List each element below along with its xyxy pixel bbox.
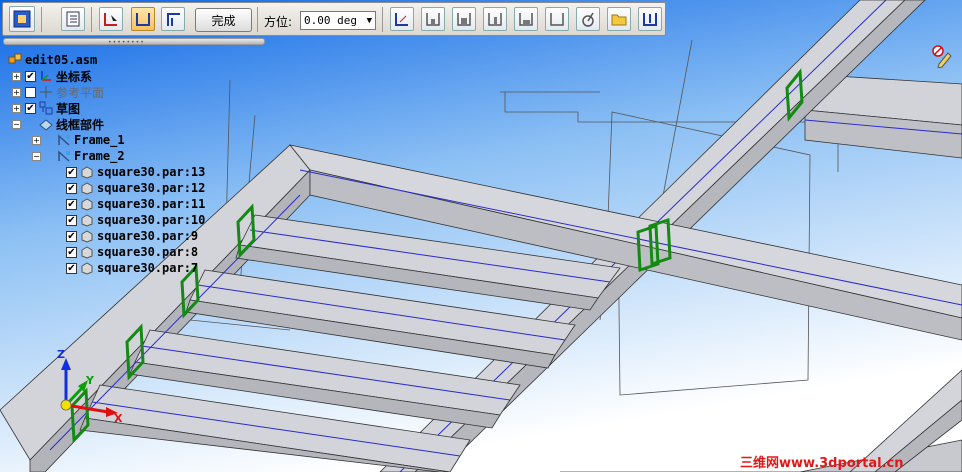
- expand-icon[interactable]: +: [12, 71, 21, 81]
- rotate-cursor-button[interactable]: [99, 7, 123, 31]
- tree-part-label: square30.par:12: [97, 181, 206, 195]
- tree-item-reference-planes[interactable]: + 参考平面: [12, 84, 104, 100]
- part-icon: [81, 214, 93, 227]
- watermark-text: 三维网www.3dportal.cn: [740, 456, 904, 471]
- trim-icon: [643, 13, 657, 26]
- tree-part-label: square30.par:7: [97, 261, 199, 275]
- frame-icon: [58, 150, 70, 162]
- tree-item-frame-1[interactable]: + Frame_1: [32, 132, 125, 148]
- orientation-label: 方位:: [264, 15, 293, 29]
- open-folder-button[interactable]: [607, 7, 631, 31]
- visibility-checkbox[interactable]: ✔: [25, 102, 36, 114]
- frame-end-6-icon: [550, 13, 564, 26]
- tree-part-label: square30.par:9: [97, 229, 199, 243]
- part-icon: [81, 230, 93, 243]
- frame-group-icon: [39, 119, 53, 131]
- frame-end-3-button[interactable]: [452, 7, 476, 31]
- orientation-button[interactable]: [576, 7, 600, 31]
- expand-icon[interactable]: +: [12, 103, 21, 113]
- select-frame-button[interactable]: [9, 6, 35, 32]
- tree-part-item[interactable]: ✔ square30.par:10: [66, 212, 205, 228]
- end-cap-button[interactable]: [131, 7, 155, 31]
- tree-item-label: 线框部件: [56, 117, 105, 132]
- frame-command-bar: 完成 方位: 0.00 deg ▼: [2, 2, 666, 36]
- visibility-checkbox[interactable]: ✔: [66, 262, 77, 274]
- tree-part-label: square30.par:8: [97, 245, 199, 259]
- frame-end-2-icon: [426, 13, 440, 26]
- axis-y-label: Y: [86, 374, 94, 387]
- tree-item-label: 坐标系: [56, 69, 93, 84]
- trim-button[interactable]: [638, 7, 662, 31]
- frame-end-3-icon: [457, 13, 471, 26]
- sketch-icon: [39, 101, 53, 115]
- tree-item-frame-2[interactable]: − Frame_2: [32, 148, 125, 164]
- tree-item-sketches[interactable]: + ✔ 草图: [12, 100, 80, 116]
- tree-part-label: square30.par:11: [97, 197, 206, 211]
- collapse-icon[interactable]: −: [32, 151, 41, 161]
- tree-part-item[interactable]: ✔ square30.par:7: [66, 260, 198, 276]
- frame-end-1-icon: [395, 13, 408, 26]
- miter-corner-icon: [167, 13, 180, 26]
- part-icon: [81, 198, 93, 211]
- tree-item-label: Frame_1: [74, 133, 125, 147]
- axis-z-label: Z: [57, 348, 65, 361]
- coordinate-system-icon: [41, 71, 51, 81]
- tree-item-coordinate-system[interactable]: + ✔ 坐标系: [12, 68, 92, 84]
- reference-plane-icon: [40, 86, 52, 98]
- orientation-icon: [582, 12, 594, 27]
- miter-corner-button[interactable]: [161, 7, 185, 31]
- visibility-checkbox[interactable]: ✔: [25, 70, 36, 82]
- visibility-checkbox[interactable]: [25, 86, 36, 98]
- properties-icon: [66, 11, 80, 27]
- tree-part-item[interactable]: ✔ square30.par:9: [66, 228, 198, 244]
- frame-end-6-button[interactable]: [545, 7, 569, 31]
- orientation-value: 0.00 deg: [304, 14, 357, 27]
- edit-pencil-icon[interactable]: [930, 44, 952, 68]
- frame-icon: [58, 134, 70, 146]
- tree-root-label: edit05.asm: [25, 53, 98, 67]
- part-icon: [81, 182, 93, 195]
- folder-icon: [611, 14, 627, 26]
- visibility-checkbox[interactable]: ✔: [66, 230, 77, 242]
- part-icon: [81, 262, 93, 275]
- part-icon: [81, 246, 93, 259]
- collapse-icon[interactable]: −: [12, 119, 21, 129]
- part-icon: [81, 166, 93, 179]
- rotate-cursor-icon: [104, 13, 117, 26]
- expand-icon[interactable]: +: [32, 135, 41, 145]
- visibility-checkbox[interactable]: ✔: [66, 198, 77, 210]
- frame-end-1-button[interactable]: [390, 7, 414, 31]
- frame-end-2-button[interactable]: [421, 7, 445, 31]
- axis-x-label: X: [114, 412, 123, 425]
- frame-end-5-button[interactable]: [514, 7, 538, 31]
- chevron-down-icon: ▼: [366, 16, 372, 26]
- tree-root[interactable]: edit05.asm: [8, 52, 97, 68]
- select-frame-icon: [13, 10, 31, 28]
- tree-item-label: 草图: [56, 101, 81, 116]
- properties-button[interactable]: [61, 7, 85, 31]
- tree-part-label: square30.par:13: [97, 165, 206, 179]
- done-button[interactable]: 完成: [195, 8, 252, 32]
- tree-part-item[interactable]: ✔ square30.par:11: [66, 196, 205, 212]
- tree-part-item[interactable]: ✔ square30.par:12: [66, 180, 205, 196]
- tree-item-wireframe-parts[interactable]: − 线框部件: [12, 116, 104, 132]
- frame-end-4-icon: [488, 13, 502, 26]
- frame-end-4-button[interactable]: [483, 7, 507, 31]
- tree-part-item[interactable]: ✔ square30.par:13: [66, 164, 205, 180]
- frame-end-5-icon: [519, 13, 533, 26]
- tree-part-label: square30.par:10: [97, 213, 206, 227]
- end-cap-icon: [136, 13, 150, 26]
- expand-icon[interactable]: +: [12, 87, 21, 97]
- orientation-select[interactable]: 0.00 deg ▼: [300, 11, 376, 30]
- tree-part-item[interactable]: ✔ square30.par:8: [66, 244, 198, 260]
- visibility-checkbox[interactable]: ✔: [66, 182, 77, 194]
- visibility-checkbox[interactable]: ✔: [66, 166, 77, 178]
- visibility-checkbox[interactable]: ✔: [66, 246, 77, 258]
- tree-item-label: Frame_2: [74, 149, 125, 163]
- tree-item-label: 参考平面: [56, 85, 105, 100]
- visibility-checkbox[interactable]: ✔: [66, 214, 77, 226]
- pane-splitter[interactable]: ••••••••: [3, 38, 265, 46]
- assembly-icon: [8, 53, 22, 64]
